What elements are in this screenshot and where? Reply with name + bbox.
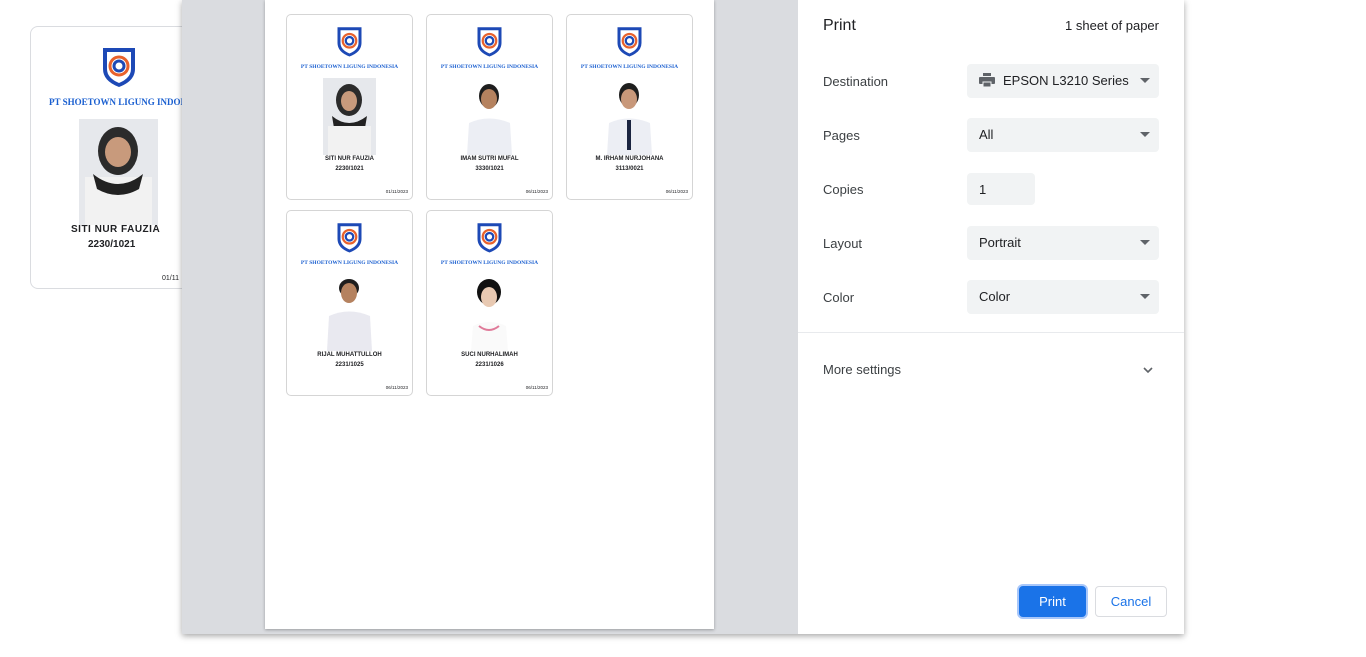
layout-label: Layout xyxy=(823,236,863,251)
company-logo-icon xyxy=(336,221,363,259)
print-dialog: PT SHOETOWN LIGUNG INDONESIA SITI NUR FA… xyxy=(182,0,1184,634)
issue-date: 01/11/2023 xyxy=(385,189,408,194)
employee-code: 2230/1021 xyxy=(335,166,364,172)
print-button[interactable]: Print xyxy=(1019,586,1086,617)
employee-code: 2231/1025 xyxy=(335,362,364,368)
company-name: PT SHOETOWN LIGUNG INDONESIA xyxy=(440,64,539,70)
section-divider xyxy=(798,332,1184,333)
dialog-title: Print xyxy=(823,17,856,34)
cancel-button[interactable]: Cancel xyxy=(1095,586,1167,617)
dropdown-arrow-icon xyxy=(1140,132,1150,137)
company-logo-icon xyxy=(476,25,503,63)
issue-date: 06/11/2023 xyxy=(525,385,548,390)
dropdown-arrow-icon xyxy=(1140,240,1150,245)
issue-date: 01/11 xyxy=(162,275,179,282)
color-select[interactable]: Color xyxy=(967,280,1159,314)
employee-photo xyxy=(603,78,656,155)
company-logo-icon xyxy=(336,25,363,63)
id-card: PT SHOETOWN LIGUNG INDONESIA SUCI NURHAL… xyxy=(426,210,553,396)
printer-icon xyxy=(979,73,995,88)
employee-code: 2230/1021 xyxy=(88,239,136,250)
more-settings-toggle[interactable]: More settings xyxy=(823,362,901,377)
id-card: PT SHOETOWN LIGUNG INDONESIA SITI NUR FA… xyxy=(286,14,413,200)
id-card: PT SHOETOWN LIGUNG INDONESIA M. IRHAM NU… xyxy=(566,14,693,200)
company-name: PT SHOETOWN LIGUNG INDONES xyxy=(49,97,198,107)
company-logo-icon xyxy=(101,45,137,94)
employee-code: 3330/1021 xyxy=(475,166,504,172)
employee-name: M. IRHAM NURJOHANA xyxy=(595,156,664,162)
employee-name: RIJAL MUHATTULLOH xyxy=(317,352,382,358)
chevron-down-icon[interactable] xyxy=(1142,363,1154,381)
issue-date: 06/11/2023 xyxy=(525,189,548,194)
employee-name: SITI NUR FAUZIA xyxy=(325,156,374,162)
company-logo-icon xyxy=(476,221,503,259)
issue-date: 06/11/2023 xyxy=(665,189,688,194)
preview-page: PT SHOETOWN LIGUNG INDONESIA SITI NUR FA… xyxy=(265,0,714,629)
layout-value: Portrait xyxy=(979,235,1021,250)
issue-date: 06/11/2023 xyxy=(385,385,408,390)
print-preview-area[interactable]: PT SHOETOWN LIGUNG INDONESIA SITI NUR FA… xyxy=(182,0,798,634)
employee-name: SUCI NURHALIMAH xyxy=(461,352,518,358)
company-name: PT SHOETOWN LIGUNG INDONESIA xyxy=(580,64,679,70)
background-id-card: PT SHOETOWN LIGUNG INDONES SITI NUR FAUZ… xyxy=(30,26,202,289)
destination-label: Destination xyxy=(823,74,889,89)
employee-photo xyxy=(79,119,158,225)
employee-code: 2231/1026 xyxy=(475,362,504,368)
id-card: PT SHOETOWN LIGUNG INDONESIA RIJAL MUHAT… xyxy=(286,210,413,396)
color-value: Color xyxy=(979,289,1011,304)
employee-name: SITI NUR FAUZIA xyxy=(71,224,161,235)
dropdown-arrow-icon xyxy=(1140,78,1150,83)
pages-label: Pages xyxy=(823,128,860,143)
copies-input[interactable]: 1 xyxy=(967,173,1035,205)
print-settings-panel: Print 1 sheet of paper Destination EPSON… xyxy=(798,0,1184,634)
employee-photo xyxy=(463,274,516,351)
id-card: PT SHOETOWN LIGUNG INDONESIA IMAM SUTRI … xyxy=(426,14,553,200)
company-logo-icon xyxy=(616,25,643,63)
sheet-count: 1 sheet of paper xyxy=(1065,18,1159,33)
employee-photo xyxy=(323,78,376,155)
destination-value: EPSON L3210 Series on xyxy=(1003,73,1131,88)
employee-code: 3113/0021 xyxy=(615,166,644,172)
company-name: PT SHOETOWN LIGUNG INDONESIA xyxy=(300,260,399,266)
employee-name: IMAM SUTRI MUFAL xyxy=(460,156,519,162)
layout-select[interactable]: Portrait xyxy=(967,226,1159,260)
company-name: PT SHOETOWN LIGUNG INDONESIA xyxy=(440,260,539,266)
company-name: PT SHOETOWN LIGUNG INDONESIA xyxy=(300,64,399,70)
destination-select[interactable]: EPSON L3210 Series on xyxy=(967,64,1159,98)
employee-photo xyxy=(463,78,516,155)
dropdown-arrow-icon xyxy=(1140,294,1150,299)
color-label: Color xyxy=(823,290,855,305)
pages-select[interactable]: All xyxy=(967,118,1159,152)
copies-label: Copies xyxy=(823,182,864,197)
pages-value: All xyxy=(979,127,994,142)
employee-photo xyxy=(323,274,376,351)
